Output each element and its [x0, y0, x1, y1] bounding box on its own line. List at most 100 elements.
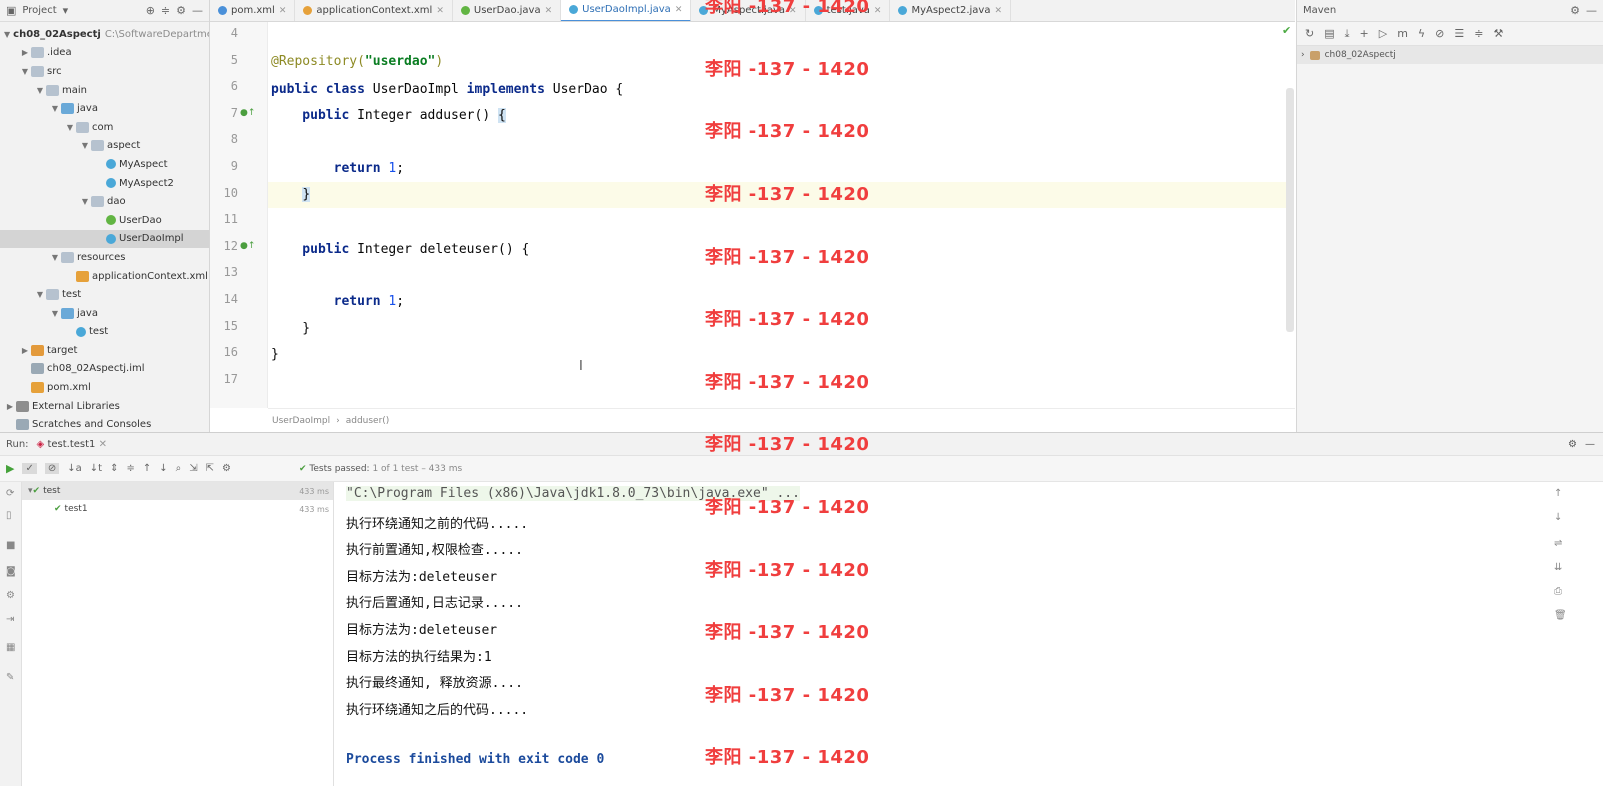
tree-item[interactable]: ▼ com [0, 118, 209, 137]
collapse-all-icon[interactable]: ≑ [161, 4, 170, 17]
layout-icon[interactable]: ▦ [6, 642, 15, 653]
pause-icon[interactable]: ■ [6, 540, 15, 551]
chevron-down-icon[interactable]: ▼ [49, 104, 61, 113]
reload-icon[interactable]: ↻ [1305, 27, 1314, 40]
test-tree-row[interactable]: ▾ ✔ test 433 ms [22, 482, 333, 500]
editor-tab[interactable]: UserDao.java ✕ [453, 0, 562, 21]
search-icon[interactable]: ⌕ [176, 463, 182, 474]
exit-icon[interactable]: ⇥ [6, 614, 14, 625]
tree-item[interactable]: ▼ ch08_02Aspectj C:\SoftwareDepartme [0, 25, 209, 44]
tree-item[interactable]: ▼ src [0, 62, 209, 81]
project-view-icon[interactable]: ▣ [6, 4, 16, 17]
maven-project-row[interactable]: › ch08_02Aspectj [1297, 46, 1603, 64]
generate-sources-icon[interactable]: ▤ [1324, 27, 1334, 40]
execute-goal-icon[interactable]: m [1397, 27, 1408, 40]
tree-item[interactable]: ▼ dao [0, 192, 209, 211]
implements-marker-icon[interactable]: ●↑ [240, 108, 255, 118]
test-tree-row[interactable]: ✔ test1 433 ms [22, 500, 333, 518]
settings-icon[interactable]: ⚙ [6, 590, 15, 601]
tree-item[interactable]: ▶ target [0, 341, 209, 360]
tree-item[interactable]: test [0, 323, 209, 342]
tree-item[interactable]: ▼ java [0, 304, 209, 323]
run-config-tab[interactable]: ◈ test.test1 ✕ [37, 439, 107, 450]
skip-tests-icon[interactable]: ⊘ [1435, 27, 1444, 40]
chevron-down-icon[interactable]: ▼ [4, 30, 10, 39]
inspection-ok-icon[interactable]: ✔ [1282, 24, 1291, 37]
pin-icon[interactable]: ✎ [6, 672, 14, 683]
close-icon[interactable]: ✕ [436, 6, 444, 16]
stop-icon[interactable]: ▯ [6, 510, 12, 521]
scroll-up-icon[interactable]: ↑ [1554, 488, 1562, 499]
run-icon[interactable]: ▷ [1379, 27, 1387, 40]
chevron-right-icon[interactable]: ▶ [4, 402, 16, 411]
tree-item[interactable]: ▼ main [0, 81, 209, 100]
close-icon[interactable]: ✕ [675, 5, 683, 15]
scroll-to-end-icon[interactable]: ⇊ [1554, 562, 1562, 573]
tree-item[interactable]: MyAspect [0, 155, 209, 174]
tree-item[interactable]: MyAspect2 [0, 174, 209, 193]
editor-tab[interactable]: MyAspect2.java ✕ [890, 0, 1012, 21]
gear-icon[interactable]: ⚙ [1568, 439, 1577, 450]
sort-alpha-icon[interactable]: ↓a [67, 463, 82, 474]
tree-item[interactable]: ▶ External Libraries [0, 397, 209, 416]
implements-marker-icon[interactable]: ●↑ [240, 241, 255, 251]
add-icon[interactable]: + [1360, 27, 1369, 40]
tree-item[interactable]: ch08_02Aspectj.iml [0, 360, 209, 379]
close-icon[interactable]: ✕ [279, 6, 287, 16]
expand-all-icon[interactable]: ⇕ [110, 463, 118, 474]
rerun-icon[interactable]: ▶ [6, 462, 14, 475]
tree-item[interactable]: ▼ resources [0, 248, 209, 267]
hide-icon[interactable]: — [1585, 439, 1595, 450]
tree-item[interactable]: ▶ .idea [0, 44, 209, 63]
scroll-down-icon[interactable]: ↓ [1554, 512, 1562, 523]
toggle-offline-icon[interactable]: ϟ [1418, 27, 1425, 40]
chevron-down-icon[interactable]: ▼ [64, 123, 76, 132]
collapse-all-icon[interactable]: ≑ [126, 463, 134, 474]
project-panel-title[interactable]: Project [22, 5, 56, 16]
sort-duration-icon[interactable]: ↓t [90, 463, 102, 474]
chevron-down-icon[interactable]: ▼ [49, 309, 61, 318]
soft-wrap-icon[interactable]: ⇌ [1554, 538, 1562, 549]
hide-icon[interactable]: — [1586, 4, 1597, 17]
show-passed-icon[interactable]: ✓ [22, 463, 37, 474]
tree-item[interactable]: applicationContext.xml [0, 267, 209, 286]
chevron-down-icon[interactable]: ▼ [34, 86, 46, 95]
breadcrumb-class[interactable]: UserDaoImpl [272, 416, 330, 426]
chevron-down-icon[interactable]: ▼ [19, 67, 31, 76]
chevron-right-icon[interactable]: ▶ [19, 48, 31, 57]
editor-tab[interactable]: applicationContext.xml ✕ [295, 0, 453, 21]
show-dependencies-icon[interactable]: ☰ [1454, 27, 1464, 40]
next-failed-icon[interactable]: ↓ [159, 463, 167, 474]
tree-item[interactable]: UserDaoImpl [0, 229, 209, 249]
editor-tab[interactable]: UserDaoImpl.java ✕ [561, 0, 692, 21]
show-ignored-icon[interactable]: ⊘ [44, 463, 60, 474]
editor-scrollbar[interactable] [1286, 88, 1294, 332]
tree-item[interactable]: UserDao [0, 211, 209, 230]
tree-item[interactable]: ▼ java [0, 99, 209, 118]
chevron-right-icon[interactable]: ▶ [19, 346, 31, 355]
chevron-down-icon[interactable]: ▼ [79, 197, 91, 206]
chevron-down-icon[interactable]: ▼ [49, 253, 61, 262]
close-icon[interactable]: ✕ [545, 6, 553, 16]
close-icon[interactable]: ✕ [994, 6, 1002, 16]
import-icon[interactable]: ⇱ [206, 463, 214, 474]
export-icon[interactable]: ⇲ [189, 463, 197, 474]
tree-item[interactable]: pom.xml [0, 378, 209, 397]
editor-tab[interactable]: pom.xml ✕ [210, 0, 296, 21]
previous-failed-icon[interactable]: ↑ [143, 463, 151, 474]
chevron-down-icon[interactable]: ▼ [34, 290, 46, 299]
collapse-icon[interactable]: ≑ [1474, 27, 1483, 40]
wrench-icon[interactable]: ⚒ [1493, 27, 1503, 40]
tree-item[interactable]: ▼ test [0, 285, 209, 304]
settings-icon[interactable]: ⚙ [222, 463, 231, 474]
trash-icon[interactable]: 🗑 [1554, 610, 1567, 621]
tree-item[interactable]: ▼ aspect [0, 137, 209, 156]
hide-icon[interactable]: — [192, 4, 203, 17]
gear-icon[interactable]: ⚙ [176, 4, 186, 17]
locate-icon[interactable]: ⊕ [146, 4, 155, 17]
dropdown-icon[interactable]: ▾ [63, 4, 69, 17]
camera-icon[interactable]: ◙ [6, 566, 16, 577]
close-icon[interactable]: ✕ [99, 439, 107, 450]
download-icon[interactable]: ⤓ [1345, 27, 1350, 41]
console-output[interactable]: "C:\Program Files (x86)\Java\jdk1.8.0_73… [334, 482, 1548, 786]
